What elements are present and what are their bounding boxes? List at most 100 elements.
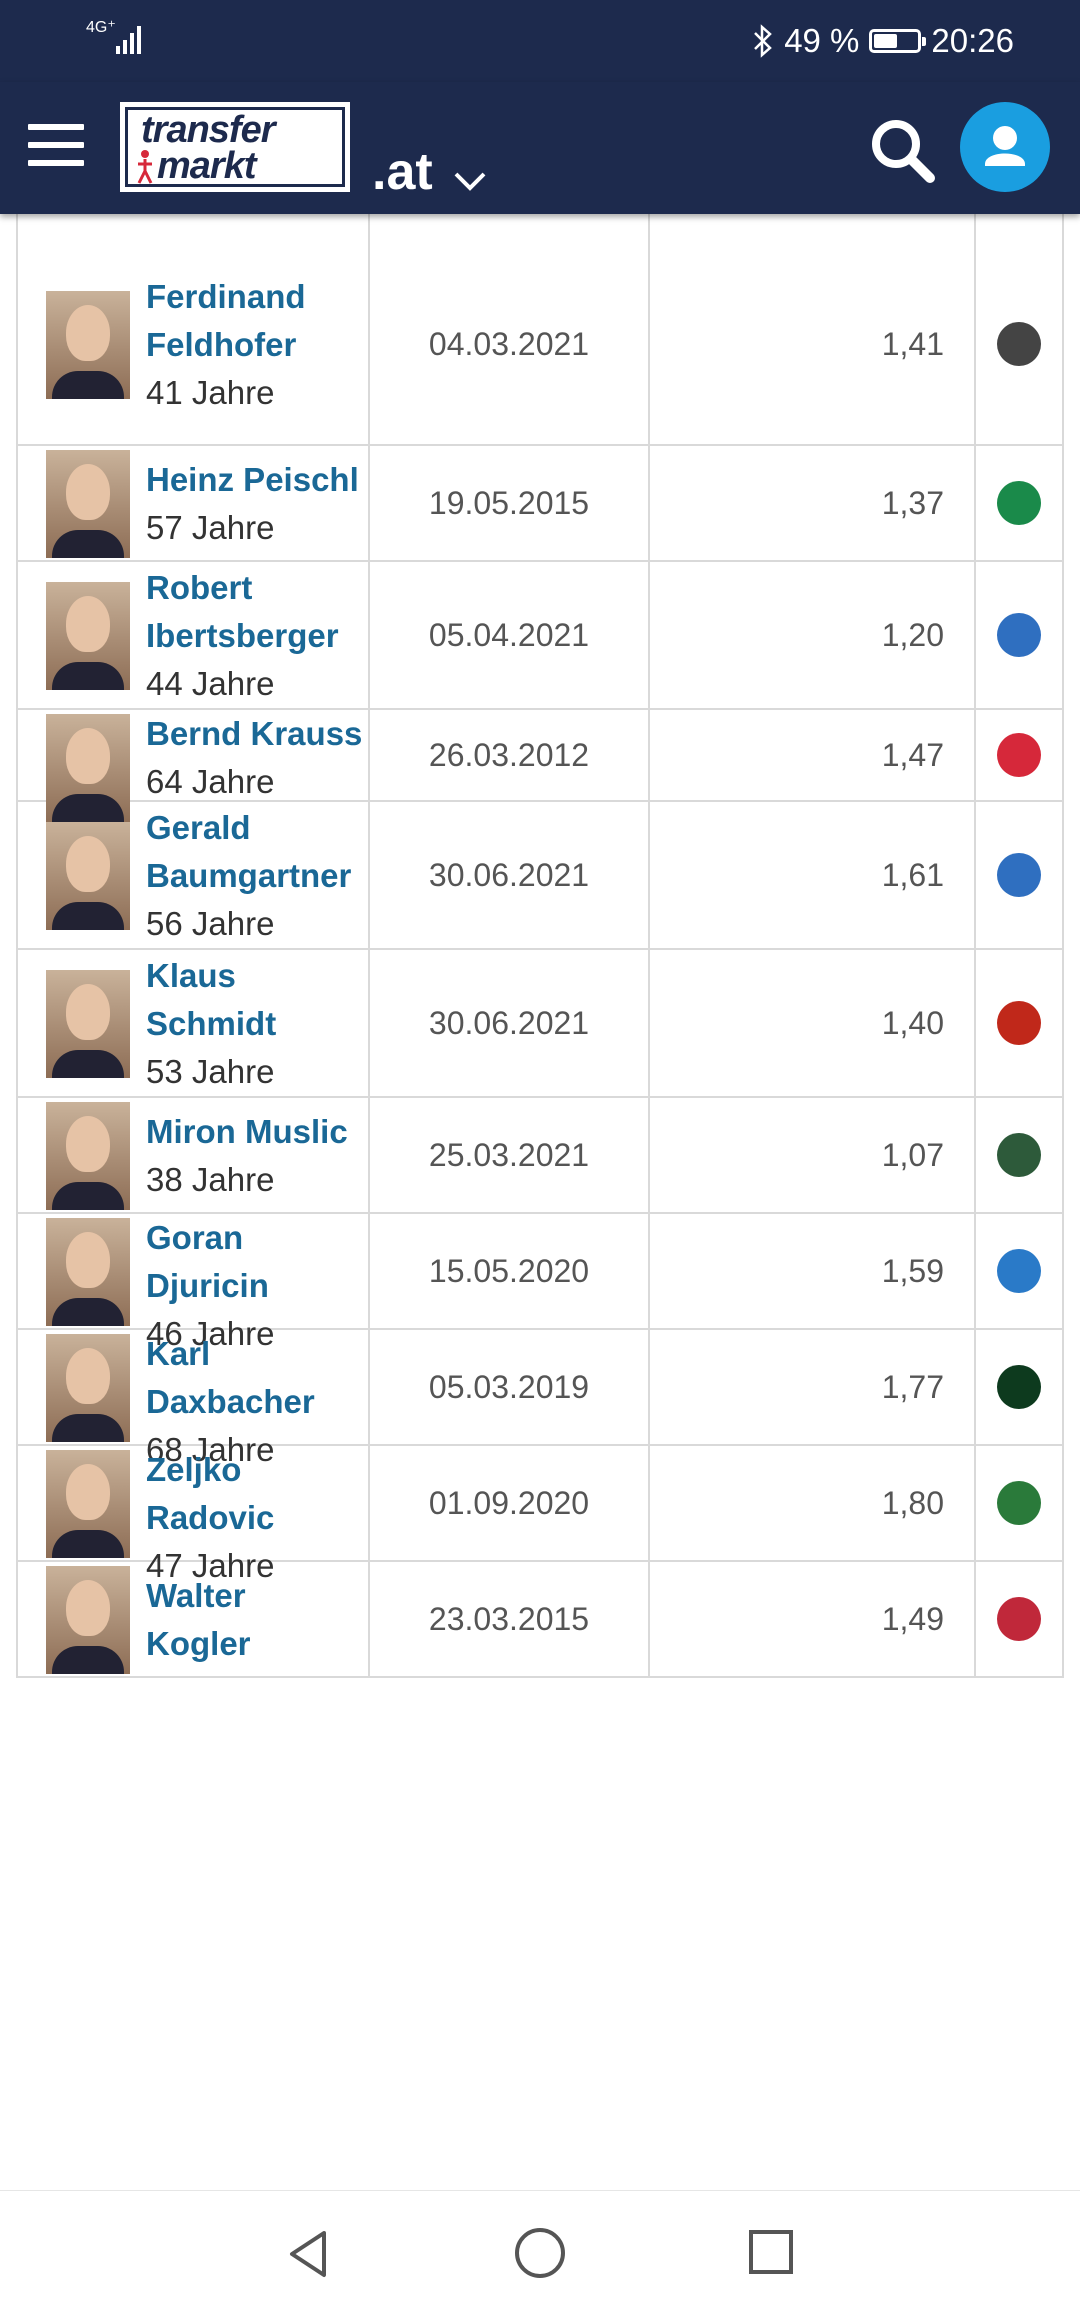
coach-cell: Goran Djuricin 46 Jahre — [18, 1214, 370, 1352]
points-per-match: 1,40 — [881, 1004, 944, 1041]
menu-icon[interactable] — [28, 124, 84, 170]
club-cell — [976, 1562, 1062, 1676]
points-per-match: 1,77 — [881, 1368, 944, 1405]
club-cell — [976, 710, 1062, 800]
table-row[interactable]: Robert Ibertsberger 44 Jahre 05.04.2021 1,20 — [16, 562, 1064, 710]
transfermarkt-logo[interactable]: transfer markt — [120, 102, 350, 192]
club-cell — [976, 1098, 1062, 1212]
logo-player-icon — [137, 150, 153, 184]
coach-name-link[interactable]: Walter — [146, 1572, 370, 1620]
coach-name-link[interactable]: Robert — [146, 564, 370, 612]
coach-age: 64 Jahre — [146, 763, 275, 800]
club-cell — [976, 1446, 1062, 1560]
coach-photo[interactable] — [46, 1102, 130, 1210]
photo-face — [66, 596, 110, 652]
table-row[interactable]: Ferdinand Feldhofer 41 Jahre 04.03.2021 1,41 — [16, 214, 1064, 446]
points-per-match-cell: 1,77 — [650, 1330, 976, 1444]
table-row[interactable]: Zeljko Radovic 47 Jahre 01.09.2020 1,80 — [16, 1446, 1064, 1584]
club-badge-icon[interactable] — [997, 1597, 1041, 1641]
club-badge-icon[interactable] — [997, 1365, 1041, 1409]
coach-name-link[interactable]: Radovic — [146, 1494, 370, 1542]
table-row[interactable]: Karl Daxbacher 68 Jahre 05.03.2019 1,77 — [16, 1330, 1064, 1468]
club-badge-icon[interactable] — [997, 853, 1041, 897]
coach-name-block: Miron Muslic 38 Jahre — [146, 1108, 370, 1204]
table-row[interactable]: Bernd Krauss 64 Jahre 26.03.2012 1,47 — [16, 710, 1064, 822]
club-badge-icon[interactable] — [997, 1481, 1041, 1525]
coach-name-link[interactable]: Zeljko — [146, 1446, 370, 1494]
search-icon[interactable] — [864, 112, 940, 188]
club-cell — [976, 802, 1062, 948]
club-badge-icon[interactable] — [997, 1001, 1041, 1045]
table-row[interactable]: Walter Kogler 23.03.2015 1,49 — [16, 1562, 1064, 1678]
recent-apps-icon[interactable] — [746, 2227, 796, 2277]
coach-name-block: Robert Ibertsberger 44 Jahre — [146, 564, 370, 708]
coach-name-link[interactable]: Kogler — [146, 1620, 370, 1668]
photo-shirt — [52, 1298, 124, 1326]
logo-text-transfer: transfer — [141, 109, 275, 151]
coach-name-link[interactable]: Ibertsberger — [146, 612, 370, 660]
app-header: transfer markt .at — [0, 82, 1080, 214]
system-navigation-bar — [0, 2190, 1080, 2313]
coach-name-link[interactable]: Gerald — [146, 804, 370, 852]
coach-photo[interactable] — [46, 970, 130, 1078]
club-badge-icon[interactable] — [997, 481, 1041, 525]
coach-age: 56 Jahre — [146, 905, 275, 942]
coach-name-link[interactable]: Heinz Peischl — [146, 456, 370, 504]
home-icon[interactable] — [512, 2225, 568, 2281]
points-per-match-cell: 1,80 — [650, 1446, 976, 1560]
appointed-date: 25.03.2021 — [428, 1136, 590, 1173]
coach-photo[interactable] — [46, 1566, 130, 1674]
coach-cell: Zeljko Radovic 47 Jahre — [18, 1446, 370, 1584]
table-row[interactable]: Heinz Peischl 57 Jahre 19.05.2015 1,37 — [16, 446, 1064, 562]
bluetooth-icon — [754, 24, 773, 58]
points-per-match-cell: 1,40 — [650, 950, 976, 1096]
photo-face — [66, 1116, 110, 1172]
photo-face — [66, 464, 110, 520]
table-row[interactable]: Gerald Baumgartner 56 Jahre 30.06.2021 1,61 — [16, 802, 1064, 950]
coach-photo[interactable] — [46, 450, 130, 558]
coach-photo[interactable] — [46, 1450, 130, 1558]
club-badge-icon[interactable] — [997, 1133, 1041, 1177]
points-per-match: 1,20 — [881, 616, 944, 653]
coach-name-link[interactable]: Klaus — [146, 952, 370, 1000]
domain-selector-label[interactable]: .at — [372, 142, 433, 202]
coach-photo[interactable] — [46, 582, 130, 690]
coach-name-link[interactable]: Schmidt — [146, 1000, 370, 1048]
coach-photo[interactable] — [46, 1218, 130, 1326]
photo-face — [66, 1232, 110, 1288]
coach-name-link[interactable]: Ferdinand — [146, 273, 370, 321]
club-badge-icon[interactable] — [997, 322, 1041, 366]
coach-age: 41 Jahre — [146, 374, 275, 411]
coach-name-link[interactable]: Karl — [146, 1330, 370, 1378]
coach-photo[interactable] — [46, 822, 130, 930]
photo-shirt — [52, 1182, 124, 1210]
coach-photo[interactable] — [46, 1334, 130, 1442]
user-account-button[interactable] — [960, 102, 1050, 192]
club-badge-icon[interactable] — [997, 1249, 1041, 1293]
coach-name-link[interactable]: Feldhofer — [146, 321, 370, 369]
coach-name-link[interactable]: Daxbacher — [146, 1378, 370, 1426]
points-per-match: 1,07 — [881, 1136, 944, 1173]
coach-name-link[interactable]: Goran — [146, 1214, 370, 1262]
appointed-date-cell: 01.09.2020 — [370, 1446, 650, 1560]
chevron-down-icon[interactable] — [452, 164, 488, 200]
coach-name-link[interactable]: Baumgartner — [146, 852, 370, 900]
coach-name-link[interactable]: Miron Muslic — [146, 1108, 370, 1156]
photo-face — [66, 836, 110, 892]
club-badge-icon[interactable] — [997, 613, 1041, 657]
points-per-match-cell: 1,49 — [650, 1562, 976, 1676]
appointed-date: 05.04.2021 — [428, 616, 590, 653]
table-row[interactable]: Goran Djuricin 46 Jahre 15.05.2020 1,59 — [16, 1214, 1064, 1352]
photo-shirt — [52, 1646, 124, 1674]
photo-shirt — [52, 1050, 124, 1078]
coach-photo[interactable] — [46, 291, 130, 399]
coach-name-link[interactable]: Djuricin — [146, 1262, 370, 1310]
table-row[interactable]: Miron Muslic 38 Jahre 25.03.2021 1,07 — [16, 1098, 1064, 1214]
back-icon[interactable] — [284, 2227, 334, 2281]
coach-cell: Karl Daxbacher 68 Jahre — [18, 1330, 370, 1468]
coach-name-link[interactable]: Bernd Krauss — [146, 710, 370, 758]
points-per-match: 1,49 — [881, 1600, 944, 1637]
club-badge-icon[interactable] — [997, 733, 1041, 777]
photo-face — [66, 305, 110, 361]
table-row[interactable]: Klaus Schmidt 53 Jahre 30.06.2021 1,40 — [16, 950, 1064, 1098]
